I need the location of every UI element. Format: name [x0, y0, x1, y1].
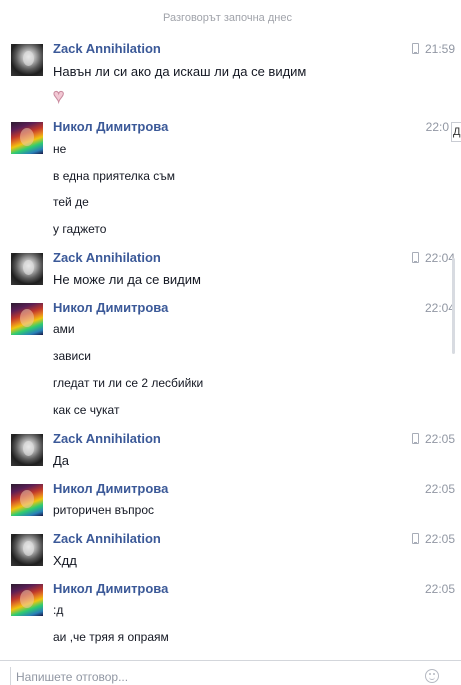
message-text: аи ,че тряя я опраям [53, 630, 169, 644]
chat-window: Разговорът започна днес Zack Annihilatio… [0, 0, 461, 685]
sender-name[interactable]: Никол Димитрова [53, 581, 168, 596]
sender-name[interactable]: Никол Димитрова [53, 119, 168, 134]
conversation-start-label: Разговорът започна днес [163, 12, 292, 24]
avatar[interactable] [11, 534, 43, 566]
message-time: 22:0 [426, 120, 449, 134]
message-text: :д [53, 603, 64, 617]
timestamp: 22:0 [425, 120, 449, 134]
avatar[interactable] [11, 122, 43, 154]
message-text: Да [53, 453, 70, 468]
reply-composer [0, 660, 461, 685]
message-text: в една приятелка съм [53, 169, 176, 183]
timestamp-tooltip: Д [451, 122, 461, 142]
sender-name[interactable]: Никол Димитрова [53, 481, 168, 496]
message-text: риторичен въпрос [53, 503, 154, 517]
avatar[interactable] [11, 434, 43, 466]
sender-name[interactable]: Zack Annihilation [53, 531, 161, 546]
sender-name[interactable]: Zack Annihilation [53, 41, 161, 56]
scrollbar[interactable] [449, 0, 455, 660]
message-text: зависи [53, 349, 91, 363]
message-text: у гаджето [53, 222, 107, 236]
message-text: гледат ти ли се 2 лесбийки [53, 376, 204, 390]
message-text: не [53, 142, 67, 156]
message-text: тей де [53, 195, 89, 209]
avatar[interactable] [11, 484, 43, 516]
sender-name[interactable]: Zack Annihilation [53, 431, 161, 446]
mobile-phone-icon [411, 433, 419, 444]
avatar[interactable] [11, 303, 43, 335]
scrollbar-thumb[interactable] [452, 258, 455, 354]
message-text: как се чукат [53, 403, 120, 417]
message-text: Навън ли си ако да искаш ли да се видим [53, 64, 307, 79]
message-thread[interactable]: Разговорът започна днес Zack Annihilatio… [0, 0, 455, 660]
avatar[interactable] [11, 584, 43, 616]
avatar[interactable] [11, 253, 43, 285]
mobile-phone-icon [411, 252, 419, 263]
sender-name[interactable]: Никол Димитрова [53, 300, 168, 315]
message-text: Не може ли да се видим [53, 272, 201, 287]
avatar[interactable] [11, 44, 43, 76]
mobile-phone-icon [411, 533, 419, 544]
reply-input[interactable] [10, 667, 426, 685]
message-text: ами [53, 322, 75, 336]
emoji-icon[interactable] [425, 669, 439, 683]
heart-sticker-icon: ♥ [52, 86, 65, 107]
message-text: Хдд [53, 553, 77, 568]
sender-name[interactable]: Zack Annihilation [53, 250, 161, 265]
mobile-phone-icon [411, 43, 419, 54]
